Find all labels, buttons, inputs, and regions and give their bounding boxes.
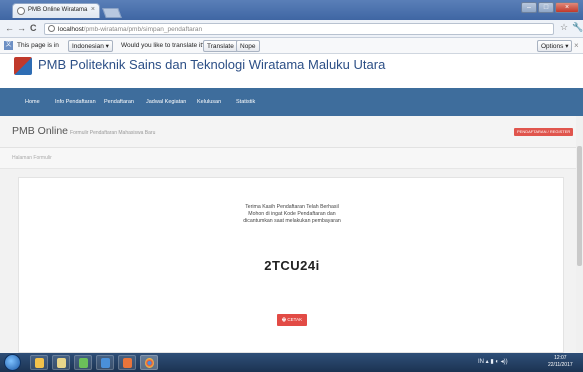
translate-close-icon[interactable]: × xyxy=(574,41,579,50)
nav-kelulusan[interactable]: Kelulusan xyxy=(197,99,221,105)
clock-time: 12:07 xyxy=(554,355,567,361)
tab-close-icon[interactable]: × xyxy=(91,6,95,13)
taskbar-clock[interactable]: 12:07 22/11/2017 xyxy=(548,355,573,369)
translate-question: Would you like to translate it? xyxy=(121,42,206,49)
nav-home[interactable]: Home xyxy=(25,99,40,105)
thanks-line-3: dicantumkan saat melakukan pembayaran xyxy=(243,218,341,224)
url-host: localhost xyxy=(58,26,84,33)
thanks-line-2: Mohon di ingat Kode Pendaftaran dan xyxy=(248,211,336,217)
translate-prefix: This page is in xyxy=(17,42,59,49)
nav-info-pendaftaran[interactable]: Info Pendaftaran xyxy=(55,99,96,105)
taskbar-chrome-icon[interactable] xyxy=(140,355,158,370)
maximize-button[interactable]: □ xyxy=(538,2,554,13)
page-title: PMB Online Formulir Pendaftaran Mahasiswa… xyxy=(12,125,155,137)
page-title-text: PMB Online xyxy=(12,125,69,137)
translate-infobar: 文 This page is in Indonesian ▾ Would you… xyxy=(0,38,583,54)
page-scrollbar[interactable] xyxy=(576,116,583,353)
address-bar[interactable]: localhost/pmb-wiratama/pmb/simpan_pendaf… xyxy=(44,23,554,35)
page-subtitle: Formulir Pendaftaran Mahasiswa Baru xyxy=(70,130,156,136)
registration-code: 2TCU24i xyxy=(264,258,320,273)
page-info-icon[interactable] xyxy=(48,25,55,32)
breadcrumb: Halaman Formulir xyxy=(0,148,583,169)
clock-date: 22/11/2017 xyxy=(548,362,573,368)
print-button[interactable]: 🖶 CETAK xyxy=(277,314,307,326)
translate-button[interactable]: Translate xyxy=(203,40,238,52)
taskbar-app-icon[interactable] xyxy=(118,355,136,370)
nope-button[interactable]: Nope xyxy=(236,40,260,52)
taskbar-explorer-icon[interactable] xyxy=(30,355,48,370)
minimize-button[interactable]: – xyxy=(521,2,537,13)
thanks-line-1: Terima Kasih Pendaftaran Telah Berhasil xyxy=(245,204,339,210)
printer-icon: 🖶 xyxy=(281,317,287,322)
new-tab-button[interactable] xyxy=(102,8,122,18)
browser-toolbar: ← → C localhost/pmb-wiratama/pmb/simpan_… xyxy=(0,20,583,38)
close-window-button[interactable]: × xyxy=(555,2,579,13)
site-header: PMB Politeknik Sains dan Teknologi Wirat… xyxy=(0,54,583,88)
address-url: localhost/pmb-wiratama/pmb/simpan_pendaf… xyxy=(58,26,202,33)
translate-options-button[interactable]: Options ▾ xyxy=(537,40,573,52)
language-select[interactable]: Indonesian ▾ xyxy=(68,40,113,52)
system-tray[interactable]: IN ▴ ▮ ◐ ◂)) xyxy=(478,358,508,365)
taskbar-media-icon[interactable] xyxy=(96,355,114,370)
reload-icon[interactable]: C xyxy=(30,23,37,34)
forward-arrow-icon[interactable]: → xyxy=(17,23,26,34)
nav-statistik[interactable]: Statistik xyxy=(236,99,255,105)
page-heading: PMB Online Formulir Pendaftaran Mahasiswa… xyxy=(0,116,583,148)
translate-icon: 文 xyxy=(4,41,13,50)
back-arrow-icon[interactable]: ← xyxy=(5,23,14,34)
breadcrumb-text: Halaman Formulir xyxy=(12,155,52,161)
site-logo xyxy=(14,57,32,75)
register-badge[interactable]: PENDAFTARAN / REGISTER xyxy=(514,128,574,136)
window-controls: – □ × xyxy=(521,2,579,13)
start-button[interactable] xyxy=(4,354,21,371)
scrollbar-thumb[interactable] xyxy=(577,146,582,266)
taskbar-notepad-icon[interactable] xyxy=(74,355,92,370)
url-path: /pmb-wiratama/pmb/simpan_pendaftaran xyxy=(83,26,203,33)
browser-tab[interactable]: PMB Online Wiratama × xyxy=(12,3,100,18)
wrench-icon[interactable]: 🔧 xyxy=(572,22,583,33)
nav-pendaftaran[interactable]: Pendaftaran xyxy=(104,99,134,105)
site-title: PMB Politeknik Sains dan Teknologi Wirat… xyxy=(38,57,386,72)
tab-favicon-icon xyxy=(17,7,25,15)
os-taskbar: IN ▴ ▮ ◐ ◂)) 12:07 22/11/2017 xyxy=(0,353,583,372)
taskbar-libraries-icon[interactable] xyxy=(52,355,70,370)
tab-title: PMB Online Wiratama xyxy=(28,7,88,13)
result-panel: Terima Kasih Pendaftaran Telah Berhasil … xyxy=(18,177,564,353)
main-navigation: Home Info Pendaftaran Pendaftaran Jadwal… xyxy=(0,88,583,116)
star-icon[interactable]: ☆ xyxy=(560,22,568,33)
browser-titlebar: PMB Online Wiratama × – □ × xyxy=(0,0,583,20)
nav-jadwal-kegiatan[interactable]: Jadwal Kegiatan xyxy=(146,99,186,105)
print-button-label: CETAK xyxy=(287,317,303,322)
